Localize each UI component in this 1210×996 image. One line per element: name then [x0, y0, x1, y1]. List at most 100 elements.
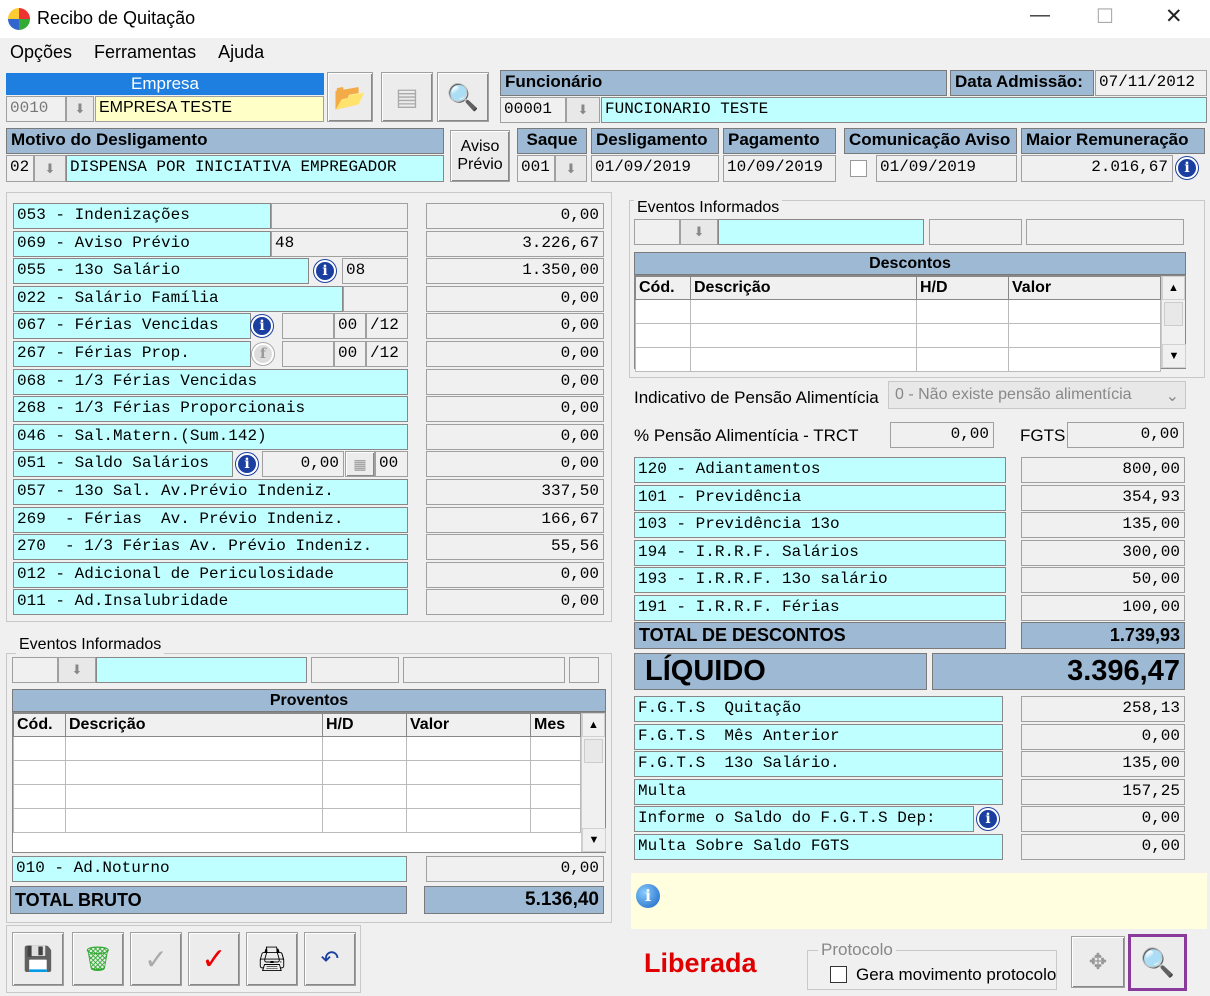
- delete-button[interactable]: 🗑: [72, 932, 124, 986]
- desconto-value[interactable]: 135,00: [1021, 512, 1185, 539]
- fgts-row-value[interactable]: 157,25: [1021, 778, 1185, 805]
- print-button[interactable]: 🖨: [246, 932, 298, 986]
- comunicacao-value[interactable]: 01/09/2019: [876, 155, 1017, 182]
- data-admissao-value[interactable]: 07/11/2012: [1095, 70, 1207, 96]
- provento-value[interactable]: 0,00: [426, 561, 604, 588]
- col-hd[interactable]: H/D: [322, 713, 407, 737]
- open-folder-button[interactable]: 📂: [327, 72, 373, 122]
- saque-lookup-icon[interactable]: ⬇: [555, 155, 587, 182]
- table-row[interactable]: [13, 784, 581, 809]
- motivo-text[interactable]: DISPENSA POR INICIATIVA EMPREGADOR: [66, 155, 444, 182]
- fgts-row-value[interactable]: 258,13: [1021, 696, 1185, 722]
- table-row[interactable]: [635, 323, 1161, 348]
- noturno-value[interactable]: 0,00: [426, 856, 604, 882]
- col-cod[interactable]: Cód.: [635, 276, 691, 300]
- scroll-up-icon[interactable]: ▲: [1162, 276, 1185, 300]
- copy-doc-button[interactable]: ▤: [381, 72, 433, 122]
- col-cod[interactable]: Cód.: [13, 713, 66, 737]
- scrollbar[interactable]: ▲ ▼: [1161, 276, 1186, 368]
- col-valor[interactable]: Valor: [406, 713, 531, 737]
- funcionario-code[interactable]: 00001: [500, 97, 566, 123]
- provento-value[interactable]: 0,00: [426, 203, 604, 229]
- empresa-name[interactable]: EMPRESA TESTE: [95, 96, 324, 122]
- motivo-code[interactable]: 02: [6, 155, 34, 182]
- provento-value[interactable]: 0,00: [426, 423, 604, 450]
- scroll-up-icon[interactable]: ▲: [582, 713, 605, 737]
- avos-13-field[interactable]: 08: [342, 258, 408, 285]
- confirm-button[interactable]: ✓: [188, 932, 240, 986]
- desconto-value[interactable]: 354,93: [1021, 484, 1185, 511]
- calendar-icon[interactable]: ▦: [345, 451, 375, 478]
- empresa-lookup-icon[interactable]: ⬇: [66, 96, 94, 122]
- eventos-left-mes[interactable]: [569, 657, 599, 683]
- minimize-button[interactable]: —: [1030, 4, 1050, 27]
- ferias-avos-field[interactable]: 00: [334, 313, 366, 340]
- saldo-salario-field[interactable]: 0,00: [262, 451, 344, 478]
- proventos-grid[interactable]: Cód. Descrição H/D Valor Mes ▲ ▼: [12, 712, 606, 853]
- fgts-row-value[interactable]: 0,00: [1021, 834, 1185, 860]
- provento-value[interactable]: 0,00: [426, 341, 604, 367]
- empresa-code[interactable]: 0010: [6, 96, 66, 122]
- scrollbar[interactable]: ▲ ▼: [581, 713, 606, 852]
- provento-value[interactable]: 0,00: [426, 589, 604, 616]
- scroll-down-icon[interactable]: ▼: [582, 828, 606, 852]
- saldo-dias-field[interactable]: 00: [375, 451, 408, 478]
- eventos-left-hd[interactable]: [311, 657, 399, 683]
- desconto-value[interactable]: 300,00: [1021, 539, 1185, 566]
- undo-button[interactable]: ↶: [304, 932, 356, 986]
- desconto-value[interactable]: 800,00: [1021, 457, 1185, 483]
- maior-remuneracao-value[interactable]: 2.016,67: [1021, 155, 1173, 182]
- menu-ajuda[interactable]: Ajuda: [218, 42, 264, 62]
- col-hd[interactable]: H/D: [916, 276, 1009, 300]
- close-button[interactable]: ✕: [1165, 4, 1183, 29]
- ferias-extra-field[interactable]: [282, 341, 334, 367]
- ferias-periodo-field[interactable]: /12: [366, 341, 408, 367]
- menu-ferramentas[interactable]: Ferramentas: [94, 42, 196, 62]
- provento-value[interactable]: 55,56: [426, 534, 604, 561]
- maximize-button[interactable]: ☐: [1096, 4, 1114, 29]
- info-icon[interactable]: i: [977, 808, 999, 831]
- ferias-extra-field[interactable]: [282, 313, 334, 340]
- confirm-disabled-button[interactable]: ✓: [130, 932, 182, 986]
- menu-opcoes[interactable]: Opções: [10, 42, 72, 62]
- col-valor[interactable]: Valor: [1008, 276, 1161, 300]
- motivo-lookup-icon[interactable]: ⬇: [34, 155, 66, 182]
- descontos-grid[interactable]: Cód. Descrição H/D Valor ▲ ▼: [634, 275, 1186, 372]
- table-row[interactable]: [13, 736, 581, 761]
- col-descricao[interactable]: Descrição: [690, 276, 917, 300]
- col-descricao[interactable]: Descrição: [65, 713, 323, 737]
- aviso-dias-field[interactable]: 48: [271, 230, 408, 257]
- funcionario-lookup-icon[interactable]: ⬇: [566, 97, 600, 123]
- provento-value[interactable]: 0,00: [426, 368, 604, 395]
- saque-value[interactable]: 001: [517, 155, 555, 182]
- table-row[interactable]: [635, 347, 1161, 372]
- fgts-row-value[interactable]: 135,00: [1021, 751, 1185, 778]
- eventos-left-desc[interactable]: [96, 657, 307, 683]
- eventos-right-desc[interactable]: [718, 219, 924, 245]
- eventos-right-lookup-icon[interactable]: ⬇: [680, 219, 718, 245]
- navigate-button[interactable]: ✥: [1071, 936, 1125, 988]
- provento-value[interactable]: 0,00: [426, 313, 604, 340]
- funcionario-name[interactable]: FUNCIONARIO TESTE: [601, 97, 1207, 123]
- pensao-pct-value[interactable]: 0,00: [890, 422, 994, 448]
- table-row[interactable]: [635, 299, 1161, 324]
- table-row[interactable]: [13, 760, 581, 785]
- formula-icon[interactable]: f: [252, 343, 274, 365]
- scroll-thumb[interactable]: [1164, 302, 1183, 326]
- provento-value[interactable]: 337,50: [426, 479, 604, 505]
- fgts-row-value[interactable]: 0,00: [1021, 806, 1185, 833]
- pensao-select[interactable]: 0 - Não existe pensão alimentícia ⌄: [888, 381, 1186, 409]
- provento-value[interactable]: 166,67: [426, 506, 604, 533]
- aviso-previo-button[interactable]: Aviso Prévio: [450, 130, 510, 182]
- eventos-right-hd[interactable]: [929, 219, 1022, 245]
- comunicacao-checkbox[interactable]: [850, 160, 867, 177]
- info-icon[interactable]: i: [1176, 157, 1198, 179]
- fgts-value[interactable]: 0,00: [1067, 422, 1184, 448]
- eventos-right-code[interactable]: [634, 219, 680, 245]
- provento-value[interactable]: 0,00: [426, 285, 604, 312]
- provento-extra-field[interactable]: [343, 285, 408, 312]
- col-mes[interactable]: Mes: [530, 713, 581, 737]
- provento-value[interactable]: 0,00: [426, 451, 604, 478]
- fgts-row-value[interactable]: 0,00: [1021, 723, 1185, 750]
- eventos-left-lookup-icon[interactable]: ⬇: [58, 657, 96, 683]
